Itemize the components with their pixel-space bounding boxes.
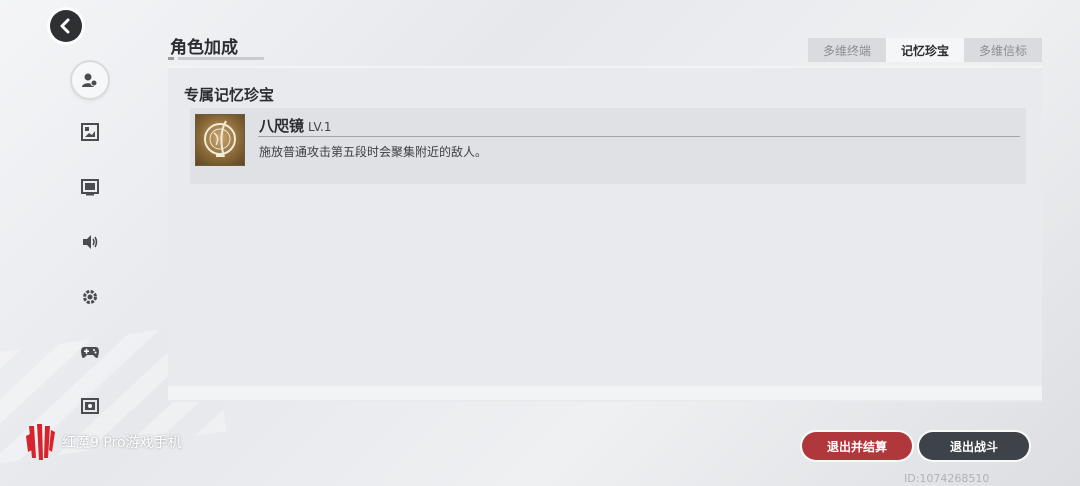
sidebar-item-sound[interactable] bbox=[76, 228, 104, 256]
back-button[interactable] bbox=[50, 10, 82, 42]
device-watermark: 红魔9 Pro游戏手机 bbox=[26, 422, 182, 462]
picture-icon bbox=[81, 123, 99, 141]
exit-and-settle-button[interactable]: 退出并结算 bbox=[802, 432, 912, 460]
tab-multidimensional-beacon[interactable]: 多维信标 bbox=[964, 38, 1042, 62]
sidebar-item-picture[interactable] bbox=[76, 118, 104, 146]
safe-icon bbox=[81, 398, 99, 414]
panel-footer-strip bbox=[168, 386, 1042, 400]
treasure-name-text: 八咫镜 bbox=[259, 117, 305, 135]
chevron-left-icon bbox=[60, 18, 70, 34]
tab-memory-treasure[interactable]: 记忆珍宝 bbox=[886, 38, 964, 62]
gamepad-icon bbox=[81, 347, 99, 358]
divider bbox=[258, 136, 1020, 137]
mirror-emblem-icon bbox=[195, 114, 245, 166]
sidebar-item-character[interactable] bbox=[72, 62, 108, 98]
character-icon bbox=[82, 73, 98, 87]
title-underline bbox=[168, 57, 264, 60]
sidebar-item-screen[interactable] bbox=[76, 173, 104, 201]
sidebar-item-safe[interactable] bbox=[76, 392, 104, 420]
player-id: ID:1074268510 bbox=[904, 472, 990, 485]
sidebar-item-settings[interactable] bbox=[76, 283, 104, 311]
treasure-description: 施放普通攻击第五段时会聚集附近的敌人。 bbox=[259, 145, 488, 159]
watermark-text: 红魔9 Pro游戏手机 bbox=[62, 435, 182, 451]
section-title: 专属记忆珍宝 bbox=[184, 86, 275, 104]
page-title: 角色加成 bbox=[170, 38, 238, 58]
redmagic-logo-icon bbox=[26, 424, 55, 460]
treasure-name: 八咫镜 LV.1 bbox=[259, 115, 332, 136]
tab-multidimensional-terminal[interactable]: 多维终端 bbox=[808, 38, 886, 62]
gear-icon bbox=[83, 290, 97, 304]
sidebar-item-controller[interactable] bbox=[76, 338, 104, 366]
screen-icon bbox=[81, 179, 99, 196]
treasure-level: LV.1 bbox=[308, 120, 332, 134]
exit-battle-button[interactable]: 退出战斗 bbox=[919, 432, 1029, 460]
volume-icon bbox=[83, 235, 98, 249]
tab-bar: 多维终端 记忆珍宝 多维信标 bbox=[808, 38, 1042, 62]
